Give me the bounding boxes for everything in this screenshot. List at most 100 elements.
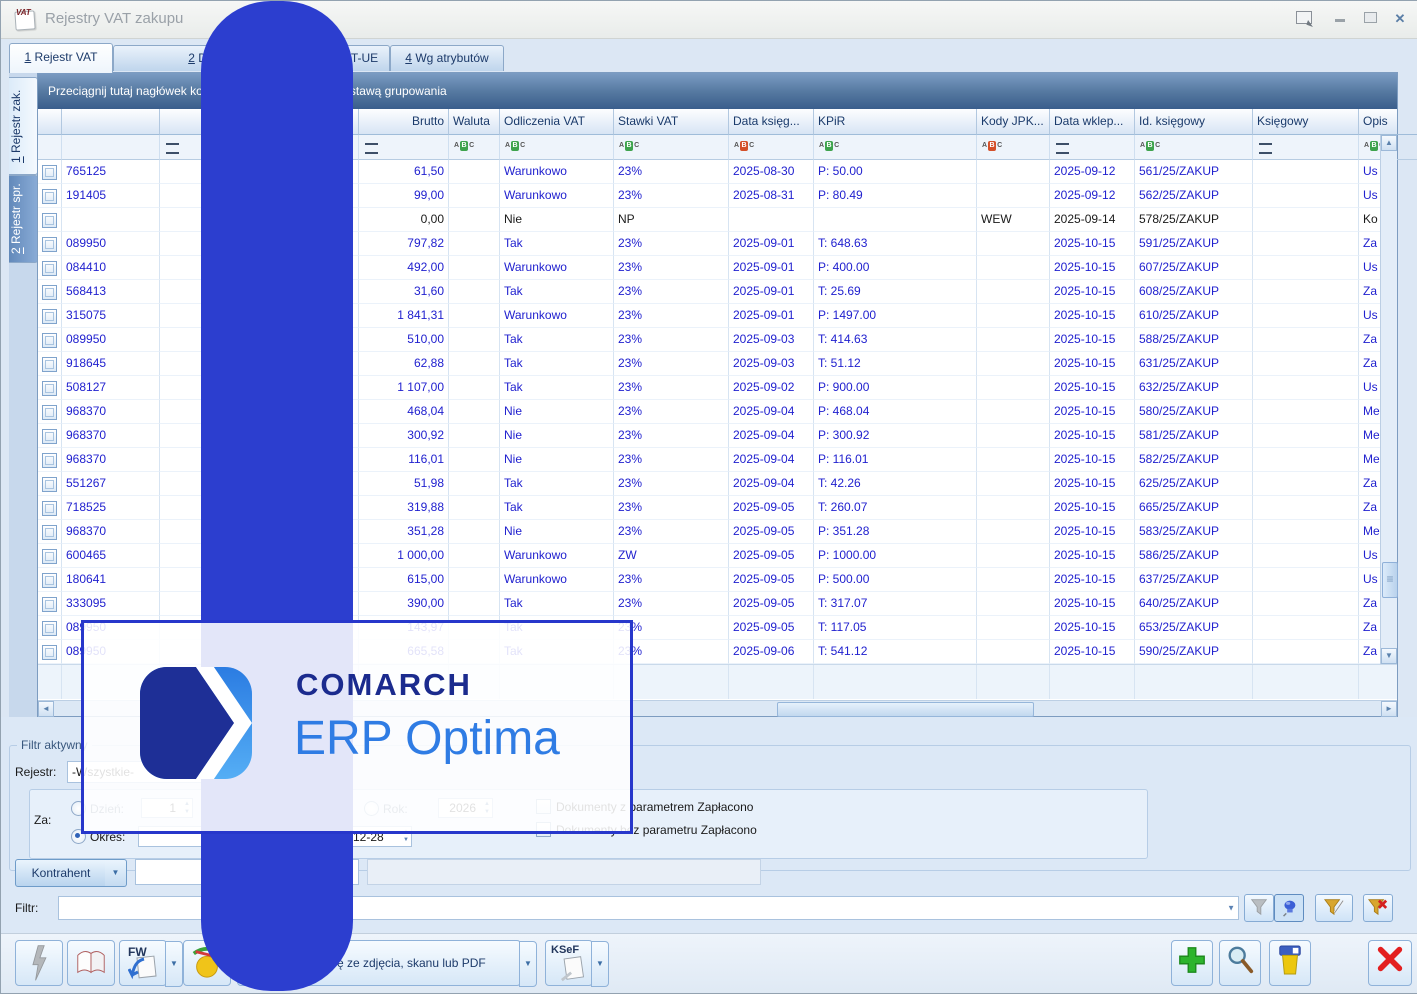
column-header-data_wklep[interactable]: Data wklep... <box>1050 109 1135 135</box>
fw-dropdown-icon[interactable]: ▼ <box>165 941 183 987</box>
book-button[interactable] <box>67 940 115 986</box>
column-header-num[interactable] <box>62 109 160 135</box>
abc-filter-icon[interactable]: ABC <box>734 141 754 151</box>
cell-data_wklep: 2025-10-15 <box>1050 328 1135 352</box>
lightning-button[interactable] <box>15 940 63 986</box>
row-checkbox[interactable] <box>42 525 57 540</box>
row-checkbox[interactable] <box>42 453 57 468</box>
fw-button[interactable]: FW ▼ <box>119 940 167 986</box>
abc-filter-icon[interactable]: ABC <box>819 141 839 151</box>
row-checkbox[interactable] <box>42 309 57 324</box>
row-checkbox[interactable] <box>42 549 57 564</box>
filter-cell-sel[interactable] <box>38 135 62 160</box>
filter-cell-id_ksiegowy[interactable]: ABC <box>1135 135 1253 160</box>
vertical-scroll-thumb[interactable] <box>1382 562 1398 598</box>
cell-ksiegowy <box>1253 496 1359 520</box>
row-checkbox[interactable] <box>42 213 57 228</box>
add-button[interactable] <box>1171 940 1213 986</box>
column-header-ksiegowy[interactable]: Księgowy <box>1253 109 1359 135</box>
filter-cell-kpir[interactable]: ABC <box>814 135 977 160</box>
cell-data_ksieg: 2025-09-01 <box>729 280 814 304</box>
close-icon[interactable]: ✕ <box>1389 11 1411 29</box>
funnel-edit-button[interactable] <box>1315 894 1353 922</box>
filter-cell-ksiegowy[interactable] <box>1253 135 1359 160</box>
column-header-sel[interactable] <box>38 109 62 135</box>
filter-cell-data_wklep[interactable] <box>1050 135 1135 160</box>
abc-filter-icon[interactable]: ABC <box>1140 141 1160 151</box>
popout-window-icon[interactable] <box>1293 11 1315 29</box>
kontrahent-name-field <box>367 859 761 885</box>
vertical-scrollbar[interactable]: ▲ ▼ <box>1380 135 1397 664</box>
row-checkbox[interactable] <box>42 405 57 420</box>
equals-filter-icon[interactable] <box>1259 143 1272 154</box>
row-checkbox[interactable] <box>42 381 57 396</box>
funnel-button[interactable] <box>1244 894 1274 922</box>
side-tab-1[interactable]: 1 Rejestr zak. <box>9 77 38 175</box>
equals-filter-icon[interactable] <box>365 143 378 154</box>
column-header-odliczenia[interactable]: Odliczenia VAT <box>500 109 614 135</box>
filter-cell-stawka[interactable]: ABC <box>614 135 729 160</box>
cell-odliczenia: Warunkowo <box>500 304 614 328</box>
row-checkbox[interactable] <box>42 597 57 612</box>
summary-cell-id_ksiegowy <box>1135 665 1253 699</box>
filter-cell-num[interactable] <box>62 135 160 160</box>
product-name: ERP Optima <box>294 711 560 766</box>
row-checkbox[interactable] <box>42 261 57 276</box>
filter-cell-brutto[interactable] <box>359 135 449 160</box>
column-header-data_ksieg[interactable]: Data księg... <box>729 109 814 135</box>
column-header-id_ksiegowy[interactable]: Id. księgowy <box>1135 109 1253 135</box>
row-checkbox[interactable] <box>42 357 57 372</box>
column-header-stawka[interactable]: Stawki VAT <box>614 109 729 135</box>
side-tab-2[interactable]: 2 Rejestr spr. <box>9 175 38 263</box>
tab-Wg atrybutów[interactable]: 4 Wg atrybutów <box>390 45 504 71</box>
row-checkbox[interactable] <box>42 621 57 636</box>
filter-cell-odliczenia[interactable]: ABC <box>500 135 614 160</box>
funnel-clear-button[interactable] <box>1363 894 1393 922</box>
scan-dropdown-icon[interactable]: ▼ <box>519 941 537 987</box>
ksef-dropdown-icon[interactable]: ▼ <box>591 941 609 987</box>
minimize-icon[interactable] <box>1329 11 1351 29</box>
column-header-kpir[interactable]: KPiR <box>814 109 977 135</box>
cell-id_ksiegowy: 665/25/ZAKUP <box>1135 496 1253 520</box>
maximize-icon[interactable] <box>1359 11 1381 29</box>
row-checkbox[interactable] <box>42 189 57 204</box>
ksef-button[interactable]: KSeF ▼ <box>545 940 593 986</box>
row-checkbox[interactable] <box>42 573 57 588</box>
abc-filter-icon[interactable]: ABC <box>505 141 525 151</box>
equals-filter-icon[interactable] <box>166 143 179 154</box>
scroll-left-icon[interactable]: ◄ <box>38 701 54 717</box>
row-checkbox[interactable] <box>42 645 57 660</box>
column-header-opis[interactable]: Opis <box>1359 109 1417 135</box>
close-button[interactable] <box>1368 940 1412 986</box>
row-checkbox[interactable] <box>42 333 57 348</box>
tab-Rejestr VAT[interactable]: 1 Rejestr VAT <box>9 43 113 73</box>
column-header-kody_jpk[interactable]: Kody JPK... <box>977 109 1050 135</box>
equals-filter-icon[interactable] <box>1056 143 1069 154</box>
kontrahent-button[interactable]: Kontrahent <box>15 859 107 887</box>
row-checkbox[interactable] <box>42 237 57 252</box>
column-header-waluta[interactable]: Waluta <box>449 109 500 135</box>
column-header-brutto[interactable]: Brutto <box>359 109 449 135</box>
row-checkbox[interactable] <box>42 477 57 492</box>
row-checkbox[interactable] <box>42 429 57 444</box>
filter-cell-data_ksieg[interactable]: ABC <box>729 135 814 160</box>
scroll-up-icon[interactable]: ▲ <box>1381 135 1397 151</box>
filter-cell-waluta[interactable]: ABC <box>449 135 500 160</box>
filter-cell-kody_jpk[interactable]: ABC <box>977 135 1050 160</box>
delete-button[interactable] <box>1269 940 1311 986</box>
pin-button[interactable] <box>1274 894 1304 922</box>
abc-filter-icon[interactable]: ABC <box>454 141 474 151</box>
row-checkbox[interactable] <box>42 501 57 516</box>
row-checkbox[interactable] <box>42 285 57 300</box>
kontrahent-dropdown-icon[interactable]: ▼ <box>105 859 127 887</box>
cell-brutto: 61,50 <box>359 160 449 184</box>
row-checkbox[interactable] <box>42 165 57 180</box>
abc-filter-icon[interactable]: ABC <box>982 141 1002 151</box>
scroll-right-icon[interactable]: ► <box>1381 701 1397 717</box>
view-button[interactable] <box>1219 940 1261 986</box>
scroll-down-icon[interactable]: ▼ <box>1381 648 1397 664</box>
rejestr-label: Rejestr: <box>15 765 56 779</box>
abc-filter-icon[interactable]: ABC <box>619 141 639 151</box>
cell-kpir: T: 117.05 <box>814 616 977 640</box>
horizontal-scroll-thumb[interactable] <box>777 702 1034 717</box>
